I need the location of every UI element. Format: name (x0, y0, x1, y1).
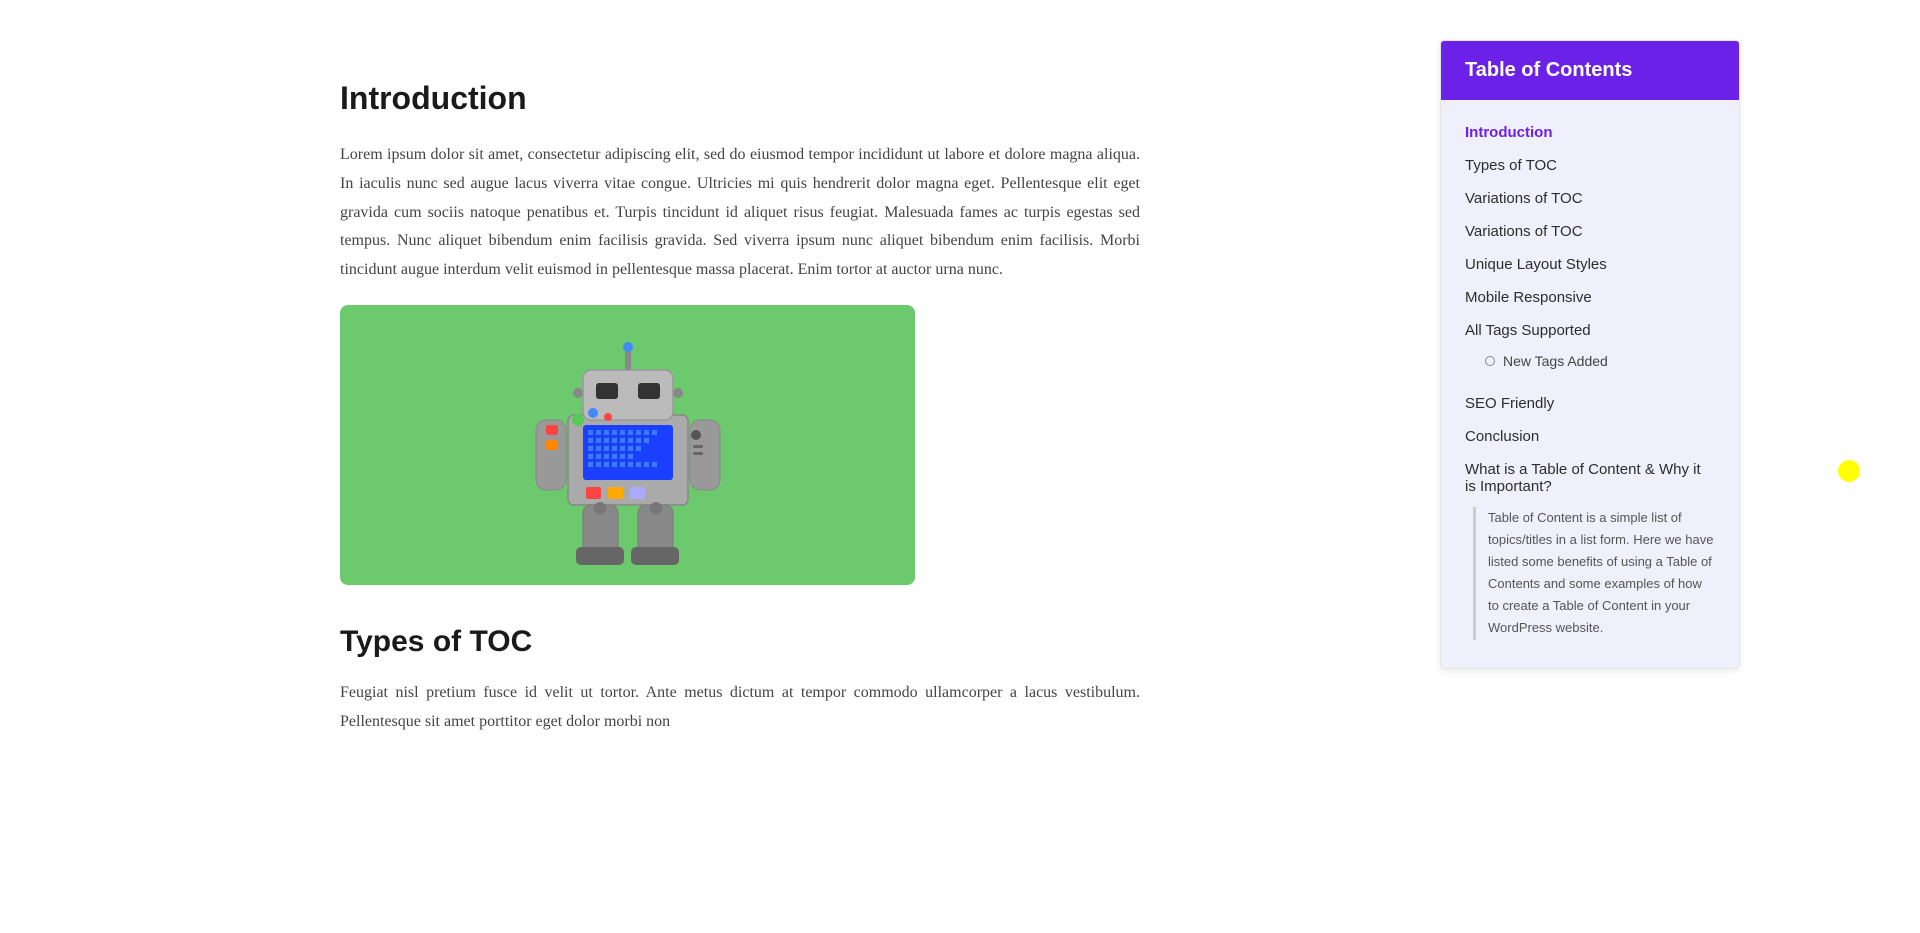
toc-item-variations-2[interactable]: Variations of TOC (1465, 215, 1715, 248)
cursor-dot (1838, 460, 1860, 482)
toc-header: Table of Contents (1441, 41, 1739, 100)
toc-item-conclusion[interactable]: Conclusion (1465, 420, 1715, 453)
toc-item-what[interactable]: What is a Table of Content & Why it is I… (1465, 453, 1715, 503)
types-body: Feugiat nisl pretium fusce id velit ut t… (340, 679, 1140, 737)
robot-image (340, 305, 915, 585)
toc-item-tags[interactable]: All Tags Supported (1465, 314, 1715, 347)
toc-nested-text: Table of Content is a simple list of top… (1488, 507, 1715, 640)
toc-nested-block: Table of Content is a simple list of top… (1473, 507, 1715, 640)
toc-item-unique[interactable]: Unique Layout Styles (1465, 248, 1715, 281)
toc-body: Introduction Types of TOC Variations of … (1441, 100, 1739, 668)
toc-item-mobile[interactable]: Mobile Responsive (1465, 281, 1715, 314)
toc-item-seo[interactable]: SEO Friendly (1465, 387, 1715, 420)
toc-item-types[interactable]: Types of TOC (1465, 149, 1715, 182)
toc-sub-item-new-tags[interactable]: New Tags Added (1465, 347, 1715, 375)
intro-heading: Introduction (340, 80, 1140, 117)
toc-item-variations-1[interactable]: Variations of TOC (1465, 182, 1715, 215)
robot-svg (478, 315, 778, 575)
toc-sidebar: Table of Contents Introduction Types of … (1440, 40, 1740, 669)
types-heading: Types of TOC (340, 625, 1140, 659)
toc-item-introduction[interactable]: Introduction (1465, 116, 1715, 149)
intro-body: Lorem ipsum dolor sit amet, consectetur … (340, 141, 1140, 285)
